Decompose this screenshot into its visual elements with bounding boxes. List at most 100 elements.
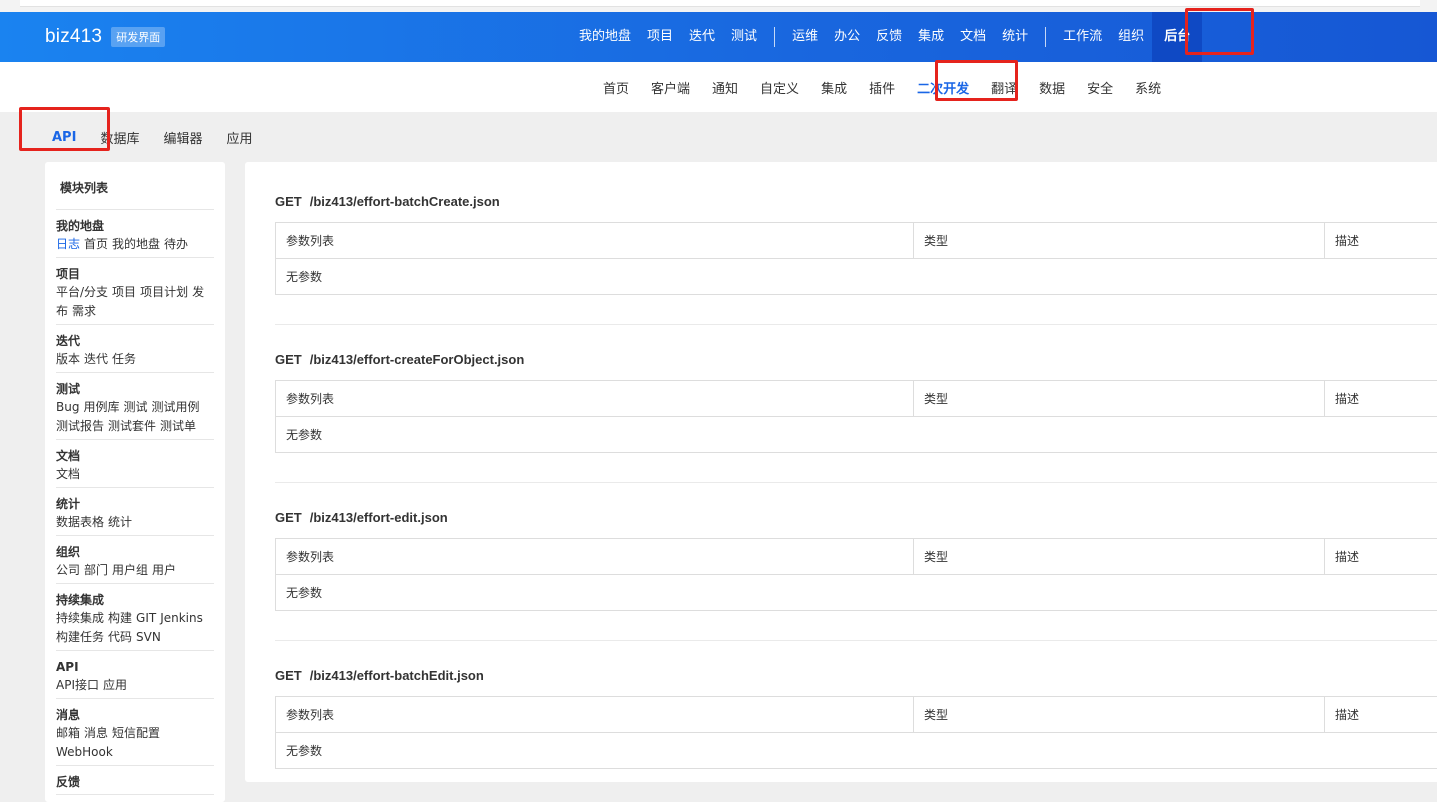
sub-nav-item[interactable]: 自定义 [749, 78, 810, 97]
sub-nav-item[interactable]: 安全 [1076, 78, 1124, 97]
no-params-text: 无参数 [276, 575, 1437, 611]
sidebar-module-link[interactable]: 我的地盘 [112, 237, 160, 251]
tertiary-nav-item[interactable]: 编辑器 [151, 128, 214, 147]
params-table: 参数列表类型描述无参数 [275, 538, 1437, 611]
sub-nav-item[interactable]: 通知 [701, 78, 749, 97]
main-nav-feedback[interactable]: 反馈 [868, 12, 910, 62]
tertiary-nav: API数据库编辑器应用 [40, 116, 264, 158]
sidebar-module-link[interactable]: SVN [136, 630, 161, 644]
section-divider [275, 324, 1437, 325]
main-nav-workflow[interactable]: 工作流 [1055, 12, 1110, 62]
sidebar-module-link[interactable]: 项目 [112, 285, 136, 299]
main-nav-execution[interactable]: 迭代 [681, 12, 723, 62]
sidebar-module-link[interactable]: 邮箱 [56, 726, 80, 740]
api-endpoint-block: GET/biz413/effort-batchEdit.json参数列表类型描述… [275, 666, 1437, 769]
sidebar-module-link[interactable]: 任务 [112, 352, 136, 366]
sidebar-module-link[interactable]: 用户组 [112, 563, 148, 577]
sidebar-module-link[interactable]: 数据表格 [56, 515, 104, 529]
sidebar-module-link[interactable]: 测试套件 [108, 419, 156, 433]
api-endpoint-block: GET/biz413/effort-createForObject.json参数… [275, 350, 1437, 453]
sidebar-module-link[interactable]: 需求 [72, 304, 96, 318]
sub-nav-item[interactable]: 客户端 [640, 78, 701, 97]
interface-badge[interactable]: 研发界面 [111, 27, 165, 47]
sidebar-module-link[interactable]: 构建 [108, 611, 132, 625]
sidebar-module-link[interactable]: 消息 [84, 726, 108, 740]
sidebar-title: 模块列表 [56, 162, 214, 210]
main-nav-bi[interactable]: 统计 [994, 12, 1036, 62]
sidebar-module-link[interactable]: 版本 [56, 352, 80, 366]
sub-nav-item[interactable]: 数据 [1028, 78, 1076, 97]
sidebar-module-link[interactable]: 代码 [108, 630, 132, 644]
main-nav-doc[interactable]: 文档 [952, 12, 994, 62]
sidebar-module-link[interactable]: API接口 [56, 678, 99, 692]
sidebar-module-link[interactable]: 测试用例 [152, 400, 200, 414]
sidebar-module-link[interactable]: 短信配置 [112, 726, 160, 740]
main-nav-admin[interactable]: 后台 [1152, 12, 1202, 62]
sidebar-group-title: 反馈 [56, 773, 214, 791]
api-endpoint-block: GET/biz413/effort-batchCreate.json参数列表类型… [275, 192, 1437, 295]
sidebar-group-title: 消息 [56, 706, 214, 724]
sidebar-group: 组织公司部门用户组用户 [56, 536, 214, 584]
sidebar-module-link[interactable]: 待办 [164, 237, 188, 251]
address-bar[interactable] [20, 0, 1420, 7]
tertiary-nav-item[interactable]: API [40, 130, 88, 145]
params-table: 参数列表类型描述无参数 [275, 380, 1437, 453]
sidebar-module-link[interactable]: 项目计划 [140, 285, 188, 299]
sidebar-module-link[interactable]: 文档 [56, 467, 80, 481]
main-nav-my[interactable]: 我的地盘 [571, 12, 639, 62]
main-nav-ops[interactable]: 运维 [784, 12, 826, 62]
sidebar-group-links: 文档 [56, 465, 214, 484]
sidebar-group-title: 迭代 [56, 332, 214, 350]
sidebar-module-link[interactable]: 统计 [108, 515, 132, 529]
sidebar-module-link[interactable]: 持续集成 [56, 611, 104, 625]
params-header-row: 参数列表类型描述 [276, 539, 1437, 575]
tertiary-nav-item[interactable]: 数据库 [88, 128, 151, 147]
sub-nav-item[interactable]: 插件 [858, 78, 906, 97]
sidebar-group: 统计数据表格统计 [56, 488, 214, 536]
sidebar-module-link[interactable]: 构建任务 [56, 630, 104, 644]
sidebar-module-link[interactable]: WebHook [56, 745, 113, 759]
sidebar-group-links: 版本迭代任务 [56, 350, 214, 369]
sidebar-module-link[interactable]: 平台/分支 [56, 285, 108, 299]
api-path: /biz413/effort-batchCreate.json [310, 194, 500, 209]
main-nav-project[interactable]: 项目 [639, 12, 681, 62]
sidebar-module-link[interactable]: 应用 [103, 678, 127, 692]
type-column-header: 类型 [914, 539, 1325, 575]
main-nav-qa[interactable]: 测试 [723, 12, 765, 62]
sidebar-group: APIAPI接口应用 [56, 651, 214, 699]
tertiary-nav-item[interactable]: 应用 [214, 128, 264, 147]
sidebar-module-link[interactable]: Bug [56, 400, 79, 414]
sidebar-module-link[interactable]: 日志 [56, 237, 80, 251]
sidebar-module-link[interactable]: GIT [136, 611, 156, 625]
sub-nav-item[interactable]: 二次开发 [906, 78, 980, 97]
sub-nav-item[interactable]: 集成 [810, 78, 858, 97]
sidebar-module-link[interactable]: 迭代 [84, 352, 108, 366]
sidebar-module-link[interactable]: 测试 [123, 400, 147, 414]
sidebar-module-link[interactable]: Jenkins [160, 611, 203, 625]
api-endpoint-block: GET/biz413/effort-edit.json参数列表类型描述无参数 [275, 508, 1437, 611]
sidebar-module-link[interactable]: 用例库 [83, 400, 119, 414]
main-nav-devops[interactable]: 集成 [910, 12, 952, 62]
sidebar-group-links: 数据表格统计 [56, 513, 214, 532]
sidebar-module-link[interactable]: 公司 [56, 563, 80, 577]
brand-name[interactable]: biz413 [45, 26, 102, 48]
sub-nav-items: 首页客户端通知自定义集成插件二次开发翻译数据安全系统 [592, 62, 1172, 112]
sidebar-group-links: 公司部门用户组用户 [56, 561, 214, 580]
api-path: /biz413/effort-batchEdit.json [310, 668, 484, 683]
sub-nav-item[interactable]: 系统 [1124, 78, 1172, 97]
sidebar-module-link[interactable]: 测试报告 [56, 419, 104, 433]
sidebar-module-link[interactable]: 首页 [84, 237, 108, 251]
main-nav-company[interactable]: 组织 [1110, 12, 1152, 62]
params-header-row: 参数列表类型描述 [276, 223, 1437, 259]
sidebar-module-link[interactable]: 部门 [84, 563, 108, 577]
sidebar-group-links: 日志首页我的地盘待办 [56, 235, 214, 254]
sidebar-module-link[interactable]: 用户 [152, 563, 176, 577]
type-column-header: 类型 [914, 697, 1325, 733]
browser-top-strip [0, 0, 1437, 12]
params-column-header: 参数列表 [276, 223, 914, 259]
params-table: 参数列表类型描述无参数 [275, 696, 1437, 769]
sidebar-module-link[interactable]: 测试单 [160, 419, 196, 433]
main-nav-oa[interactable]: 办公 [826, 12, 868, 62]
sub-nav-item[interactable]: 首页 [592, 78, 640, 97]
sub-nav-item[interactable]: 翻译 [980, 78, 1028, 97]
